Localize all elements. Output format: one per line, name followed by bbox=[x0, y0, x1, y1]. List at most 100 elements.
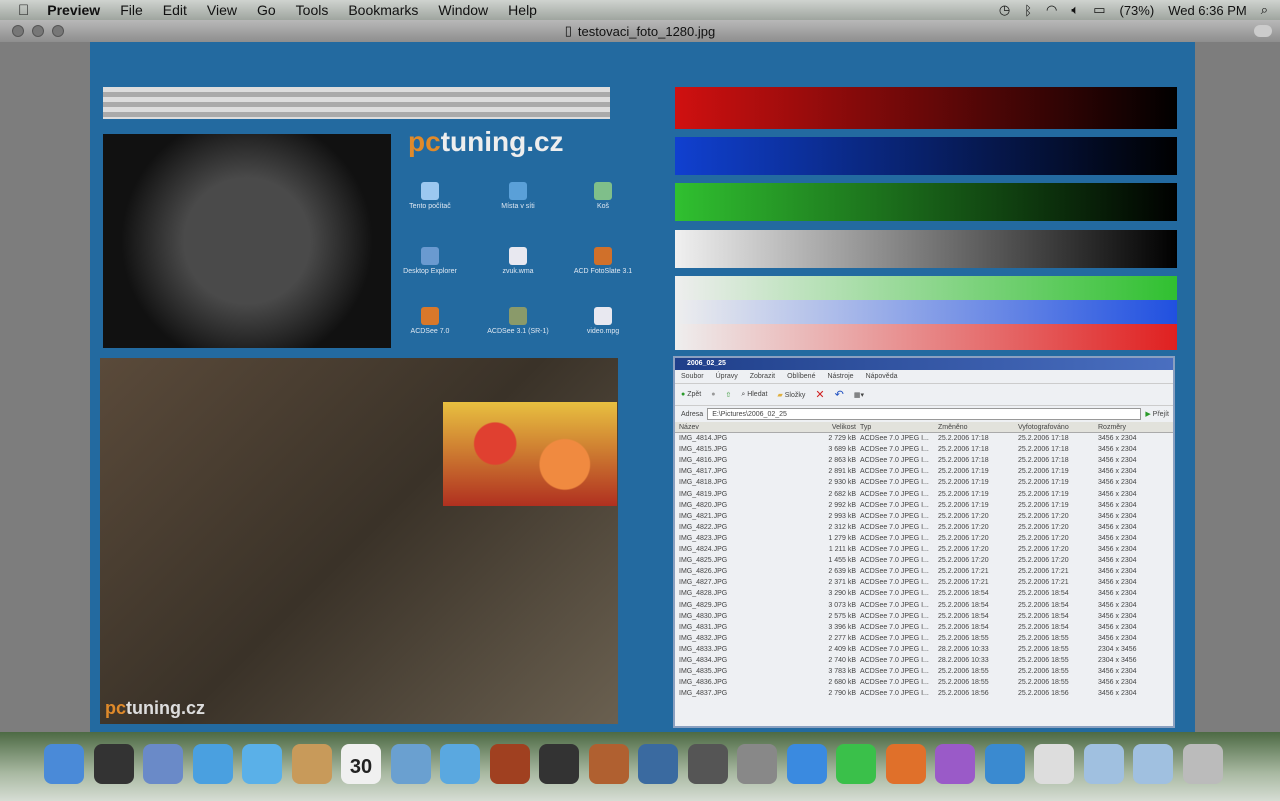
desktop-icon[interactable]: ACDSee 7.0 bbox=[395, 307, 465, 335]
file-row[interactable]: IMG_4815.JPG 3 689 kB ACDSee 7.0 JPEG I...… bbox=[675, 444, 1173, 455]
file-row[interactable]: IMG_4835.JPG 3 783 kB ACDSee 7.0 JPEG I...… bbox=[675, 666, 1173, 677]
dock-photo-booth-icon[interactable] bbox=[489, 744, 530, 784]
file-row[interactable]: IMG_4827.JPG 2 371 kB ACDSee 7.0 JPEG I...… bbox=[675, 577, 1173, 588]
wifi-icon[interactable]: ◠ bbox=[1046, 2, 1057, 18]
volume-icon[interactable]: 🔈︎ bbox=[1071, 2, 1079, 18]
file-row[interactable]: IMG_4833.JPG 2 409 kB ACDSee 7.0 JPEG I...… bbox=[675, 644, 1173, 655]
menu-edit[interactable]: Edit bbox=[163, 2, 187, 18]
dock-word-icon[interactable] bbox=[786, 744, 827, 784]
toolbar-toggle-button[interactable] bbox=[1254, 25, 1272, 37]
menu-view[interactable]: View bbox=[207, 2, 237, 18]
explorer-menu-item[interactable]: Nástroje bbox=[827, 373, 853, 380]
file-row[interactable]: IMG_4814.JPG 2 729 kB ACDSee 7.0 JPEG I...… bbox=[675, 433, 1173, 444]
desktop-icon[interactable]: ACDSee 3.1 (SR-1) bbox=[483, 307, 553, 335]
go-button[interactable]: ▶ Přejít bbox=[1145, 410, 1173, 418]
explorer-menu-item[interactable]: Oblíbené bbox=[787, 373, 815, 380]
dock-mail-icon[interactable] bbox=[143, 744, 183, 784]
file-row[interactable]: IMG_4822.JPG 2 312 kB ACDSee 7.0 JPEG I...… bbox=[675, 522, 1173, 533]
dock-office-folder-icon[interactable] bbox=[1034, 744, 1074, 784]
menu-tools[interactable]: Tools bbox=[296, 2, 329, 18]
views-icon[interactable]: ▦▾ bbox=[854, 391, 864, 399]
dock-address-book-icon[interactable] bbox=[291, 744, 332, 784]
explorer-menu-item[interactable]: Úpravy bbox=[716, 373, 738, 380]
dock-itunes-icon[interactable] bbox=[440, 744, 480, 784]
menu-bookmarks[interactable]: Bookmarks bbox=[348, 2, 418, 18]
dock-system-preferences-icon[interactable] bbox=[737, 744, 777, 784]
forward-button[interactable]: ● bbox=[711, 391, 715, 398]
menu-go[interactable]: Go bbox=[257, 2, 276, 18]
dock-downloads-icon[interactable] bbox=[1133, 744, 1173, 784]
desktop-icon[interactable]: Desktop Explorer bbox=[395, 247, 465, 275]
time-machine-icon[interactable]: ◷ bbox=[999, 2, 1010, 18]
column-header[interactable]: Změněno bbox=[938, 422, 1018, 433]
dock-ical-icon[interactable]: 30 bbox=[341, 744, 381, 784]
dock-ichat-icon[interactable] bbox=[242, 744, 282, 784]
file-row[interactable]: IMG_4837.JPG 2 790 kB ACDSee 7.0 JPEG I...… bbox=[675, 688, 1173, 699]
file-row[interactable]: IMG_4824.JPG 1 211 kB ACDSee 7.0 JPEG I...… bbox=[675, 544, 1173, 555]
dock-garageband-icon[interactable] bbox=[588, 744, 629, 784]
file-row[interactable]: IMG_4831.JPG 3 396 kB ACDSee 7.0 JPEG I...… bbox=[675, 622, 1173, 633]
dock-messenger-icon[interactable] bbox=[984, 744, 1025, 784]
file-row[interactable]: IMG_4828.JPG 3 290 kB ACDSee 7.0 JPEG I...… bbox=[675, 588, 1173, 599]
close-button[interactable] bbox=[12, 25, 24, 37]
menu-window[interactable]: Window bbox=[438, 2, 488, 18]
file-row[interactable]: IMG_4825.JPG 1 455 kB ACDSee 7.0 JPEG I...… bbox=[675, 555, 1173, 566]
dock-safari-icon[interactable] bbox=[192, 744, 233, 784]
up-folder-icon[interactable]: ⇧ bbox=[725, 391, 731, 399]
dock-powerpoint-icon[interactable] bbox=[885, 744, 926, 784]
file-row[interactable]: IMG_4836.JPG 2 680 kB ACDSee 7.0 JPEG I...… bbox=[675, 677, 1173, 688]
file-row[interactable]: IMG_4818.JPG 2 930 kB ACDSee 7.0 JPEG I...… bbox=[675, 477, 1173, 488]
explorer-menu-item[interactable]: Zobrazit bbox=[750, 373, 775, 380]
battery-percent[interactable]: (73%) bbox=[1120, 3, 1155, 18]
column-header[interactable]: Název bbox=[679, 422, 797, 433]
desktop-icon[interactable]: video.mpg bbox=[568, 307, 638, 335]
delete-icon[interactable]: ✕ bbox=[815, 388, 824, 401]
menu-file[interactable]: File bbox=[120, 2, 143, 18]
desktop-icon[interactable]: zvuk.wma bbox=[483, 247, 553, 275]
file-row[interactable]: IMG_4820.JPG 2 992 kB ACDSee 7.0 JPEG I...… bbox=[675, 500, 1173, 511]
spotlight-icon[interactable]: ⌕ bbox=[1261, 2, 1268, 18]
dock-excel-icon[interactable] bbox=[836, 744, 876, 784]
desktop-icon[interactable]: Tento počítač bbox=[395, 182, 465, 210]
file-row[interactable]: IMG_4826.JPG 2 639 kB ACDSee 7.0 JPEG I...… bbox=[675, 566, 1173, 577]
explorer-menu-item[interactable]: Nápověda bbox=[866, 373, 898, 380]
column-header[interactable]: Typ bbox=[860, 422, 938, 433]
desktop-icon[interactable]: Koš bbox=[568, 182, 638, 210]
menu-app-name[interactable]: Preview bbox=[47, 2, 100, 18]
file-row[interactable]: IMG_4829.JPG 3 073 kB ACDSee 7.0 JPEG I...… bbox=[675, 600, 1173, 611]
dock-iphoto-icon[interactable] bbox=[390, 744, 431, 784]
file-row[interactable]: IMG_4832.JPG 2 277 kB ACDSee 7.0 JPEG I...… bbox=[675, 633, 1173, 644]
dock-imovie-icon[interactable] bbox=[539, 744, 579, 784]
menu-help[interactable]: Help bbox=[508, 2, 537, 18]
folders-button[interactable]: ▰ Složky bbox=[777, 391, 805, 399]
dock-trash-icon[interactable] bbox=[1182, 744, 1223, 784]
desktop-icon[interactable]: Místa v síti bbox=[483, 182, 553, 210]
file-row[interactable]: IMG_4819.JPG 2 682 kB ACDSee 7.0 JPEG I...… bbox=[675, 489, 1173, 500]
column-header[interactable]: Velikost bbox=[797, 422, 860, 433]
search-button[interactable]: ⌕ Hledat bbox=[741, 391, 767, 399]
back-button[interactable]: ● Zpět bbox=[681, 391, 701, 398]
desktop-icon[interactable]: ACD FotoSlate 3.1 bbox=[568, 247, 638, 275]
dock-finder-icon[interactable] bbox=[44, 744, 84, 784]
clock[interactable]: Wed 6:36 PM bbox=[1168, 3, 1247, 18]
undo-icon[interactable]: ↶ bbox=[835, 388, 844, 401]
dock-time-machine-icon[interactable] bbox=[687, 744, 728, 784]
dock-spaces-icon[interactable] bbox=[638, 744, 678, 784]
dock-entourage-icon[interactable] bbox=[935, 744, 975, 784]
address-field[interactable]: E:\Pictures\2006_02_25 bbox=[707, 408, 1142, 420]
bluetooth-icon[interactable]: ᛒ bbox=[1024, 3, 1032, 18]
zoom-button[interactable] bbox=[52, 25, 64, 37]
dock-dashboard-icon[interactable] bbox=[93, 744, 134, 784]
file-row[interactable]: IMG_4821.JPG 2 993 kB ACDSee 7.0 JPEG I...… bbox=[675, 511, 1173, 522]
file-row[interactable]: IMG_4834.JPG 2 740 kB ACDSee 7.0 JPEG I...… bbox=[675, 655, 1173, 666]
column-header[interactable]: Vyfotografováno bbox=[1018, 422, 1098, 433]
file-row[interactable]: IMG_4816.JPG 2 863 kB ACDSee 7.0 JPEG I...… bbox=[675, 455, 1173, 466]
apple-menu-icon[interactable]:  bbox=[18, 2, 29, 19]
file-row[interactable]: IMG_4823.JPG 1 279 kB ACDSee 7.0 JPEG I...… bbox=[675, 533, 1173, 544]
minimize-button[interactable] bbox=[32, 25, 44, 37]
battery-icon[interactable]: ▭ bbox=[1093, 2, 1105, 18]
column-header[interactable]: Rozměry bbox=[1098, 422, 1168, 433]
dock-documents-icon[interactable] bbox=[1083, 744, 1124, 784]
file-row[interactable]: IMG_4817.JPG 2 891 kB ACDSee 7.0 JPEG I...… bbox=[675, 466, 1173, 477]
file-row[interactable]: IMG_4830.JPG 2 575 kB ACDSee 7.0 JPEG I...… bbox=[675, 611, 1173, 622]
